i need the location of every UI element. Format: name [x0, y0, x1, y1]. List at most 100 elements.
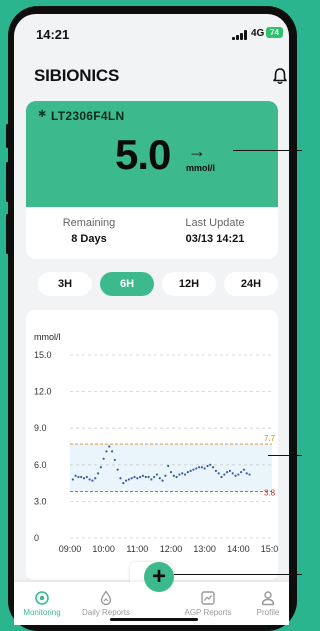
x-tick-label: 10:00: [92, 544, 115, 554]
nav-label: AGP Reports: [184, 608, 232, 617]
glucose-value: 5.0: [115, 131, 171, 178]
glucose-data-point: [113, 458, 116, 462]
glucose-reading-card[interactable]: ✱ LT2306F4LN 5.0 → mmol/l: [26, 101, 278, 207]
glucose-data-point: [127, 478, 131, 481]
x-tick-label: 09:00: [59, 544, 82, 554]
glucose-data-point: [102, 457, 105, 460]
status-time: 14:21: [36, 27, 70, 42]
callout-line-add: [174, 574, 302, 575]
last-update-label: Last Update: [185, 217, 245, 229]
tab-12h[interactable]: 12H: [162, 272, 216, 296]
home-indicator: [110, 618, 198, 621]
glucose-unit: mmol/l: [186, 163, 216, 173]
glucose-chart[interactable]: mmol/l 0 3.0 6.0 9.0 12.0 15.0 7.7 3.8 09:00 10:00…: [26, 310, 278, 580]
device-name: LT2306F4LN: [51, 109, 125, 123]
monitoring-icon: [35, 591, 49, 605]
glucose-data-point: [178, 473, 181, 476]
remaining-label: Remaining: [62, 217, 116, 229]
glucose-data-point: [155, 473, 159, 476]
glucose-data-point: [248, 473, 251, 476]
glucose-data-point: [116, 468, 119, 471]
y-tick-label: 9.0: [34, 423, 47, 433]
volume-down-button: [6, 162, 9, 202]
y-tick-label: 3.0: [34, 496, 47, 506]
glucose-data-point: [85, 475, 88, 479]
x-tick-label: 12:00: [160, 544, 183, 554]
glucose-data-point: [203, 467, 206, 470]
nav-monitoring[interactable]: Monitoring: [14, 590, 72, 617]
glucose-data-point: [99, 466, 102, 469]
high-threshold-label: 7.7: [264, 434, 276, 443]
glucose-data-point: [133, 475, 136, 479]
tab-24h[interactable]: 24H: [224, 272, 278, 296]
glucose-data-point: [82, 477, 86, 480]
glucose-data-point: [197, 466, 201, 469]
nav-daily-reports[interactable]: Daily Reports: [76, 590, 136, 617]
glucose-data-point: [108, 445, 111, 448]
glucose-data-point: [200, 466, 203, 469]
glucose-data-point: [223, 473, 226, 476]
sensor-info-panel: Remaining 8 Days Last Update 03/13 14:21: [26, 207, 278, 259]
nav-label: Monitoring: [23, 608, 61, 617]
low-threshold-label: 3.8: [264, 489, 276, 498]
glucose-data-point: [130, 477, 133, 480]
glucose-data-point: [175, 475, 178, 479]
glucose-data-point: [80, 475, 83, 479]
agp-reports-icon: [201, 591, 215, 605]
callout-line-reading: [233, 150, 302, 151]
volume-up-button: [6, 124, 9, 148]
glucose-data-point: [74, 474, 77, 477]
glucose-data-point: [122, 482, 125, 485]
glucose-data-point: [186, 471, 189, 474]
glucose-data-point: [119, 477, 122, 480]
add-button[interactable]: +: [144, 562, 174, 592]
glucose-data-point: [220, 475, 223, 479]
last-update-value: 03/13 14:21: [185, 233, 245, 245]
x-tick-label: 11:00: [126, 544, 148, 554]
glucose-data-point: [167, 464, 170, 468]
nav-label: Profile: [256, 608, 280, 617]
glucose-data-point: [96, 472, 100, 475]
glucose-data-point: [141, 474, 145, 477]
glucose-data-point: [228, 469, 232, 472]
y-tick-label: 6.0: [34, 460, 47, 470]
glucose-data-point: [240, 471, 243, 474]
glucose-data-point: [231, 472, 234, 475]
glucose-data-point: [192, 468, 195, 471]
battery-icon: 74: [266, 27, 283, 38]
y-tick-label: 0: [34, 533, 39, 543]
glucose-data-point: [158, 477, 161, 480]
remaining-value: 8 Days: [71, 233, 107, 245]
glucose-data-point: [110, 450, 114, 453]
glucose-data-point: [226, 471, 229, 474]
remaining-info: Remaining 8 Days: [26, 217, 152, 245]
y-tick-label: 12.0: [34, 387, 52, 397]
app-logo: SIBIONICS: [34, 66, 120, 85]
y-axis-label: mmol/l: [34, 332, 61, 342]
x-tick-label: 15:00: [261, 544, 278, 554]
glucose-data-point: [139, 475, 142, 479]
status-bar: 14:21 4G 74: [14, 14, 289, 48]
glucose-data-point: [125, 479, 128, 482]
glucose-data-point: [164, 474, 167, 477]
volume-button: [6, 214, 9, 254]
signal-icon: [232, 30, 248, 40]
y-tick-label: 15.0: [34, 350, 52, 360]
network-label: 4G: [251, 28, 265, 39]
nav-agp-reports[interactable]: AGP Reports: [178, 590, 238, 617]
glucose-data-point: [206, 464, 209, 468]
glucose-data-point: [136, 477, 139, 480]
tab-6h[interactable]: 6H: [100, 272, 154, 296]
glucose-data-point: [211, 466, 215, 469]
tab-3h[interactable]: 3H: [38, 272, 92, 296]
glucose-data-point: [217, 472, 220, 475]
x-tick-label: 13:00: [193, 544, 216, 554]
glucose-data-point: [242, 468, 246, 471]
glucose-data-point: [245, 472, 248, 475]
bell-icon[interactable]: [272, 67, 288, 85]
last-update-info: Last Update 03/13 14:21: [152, 217, 278, 245]
glucose-data-point: [183, 473, 187, 476]
nav-profile[interactable]: Profile: [238, 590, 289, 617]
trend-arrow-icon: →: [188, 141, 206, 161]
callout-line-chart: [268, 455, 302, 456]
